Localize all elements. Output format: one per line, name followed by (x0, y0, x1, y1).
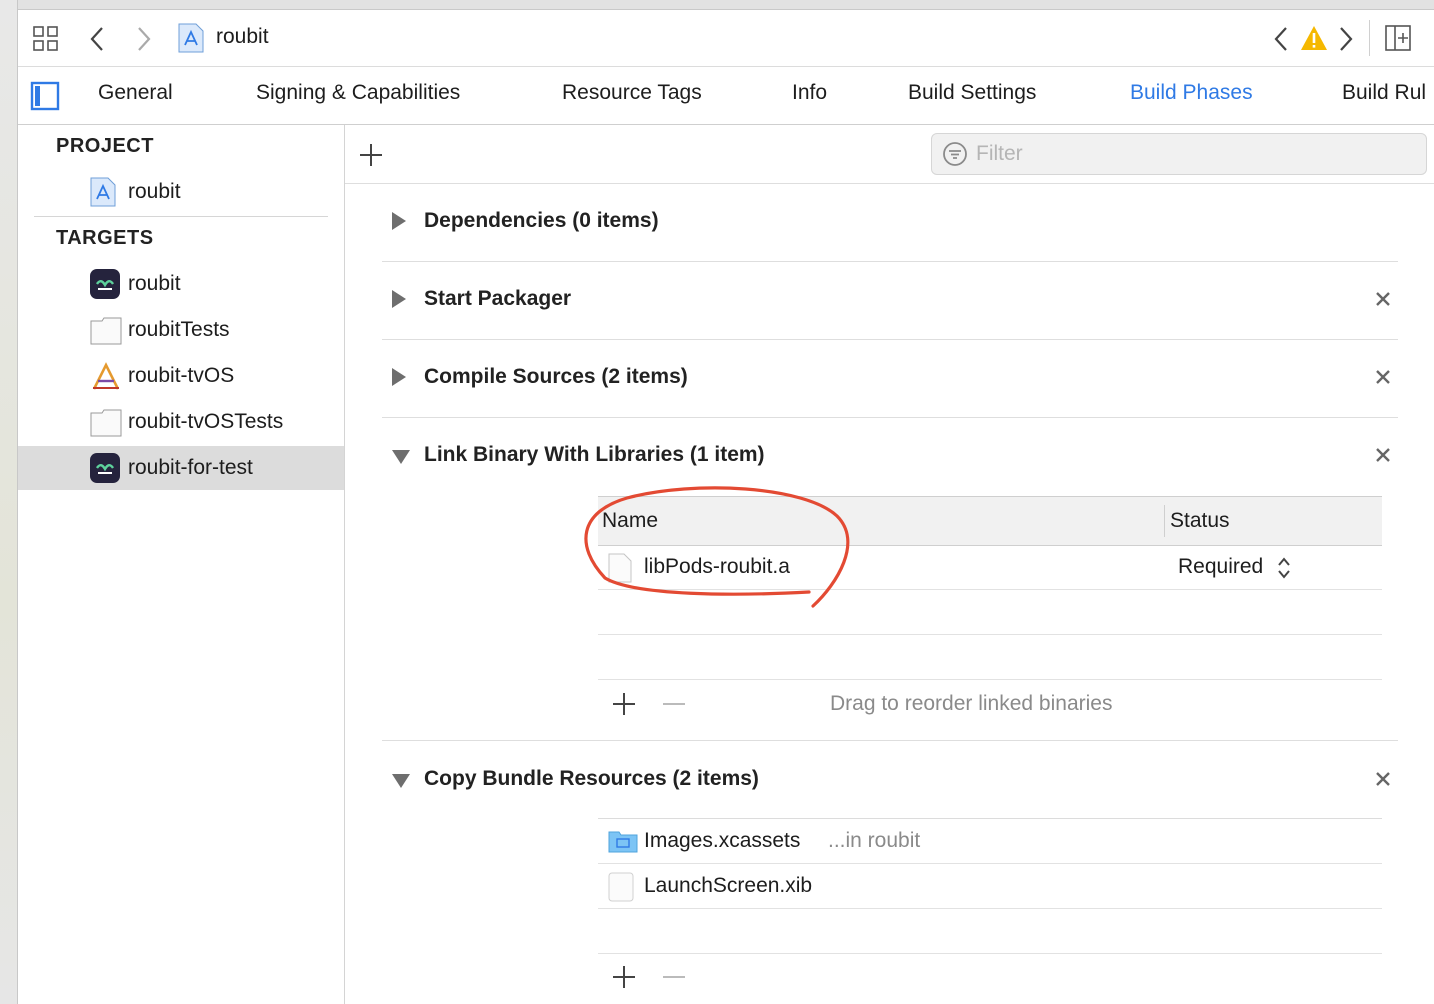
tvos-app-icon (90, 361, 120, 391)
add-icon[interactable] (612, 692, 636, 716)
close-icon[interactable] (1372, 768, 1394, 790)
phase-title: Dependencies (0 items) (424, 209, 659, 232)
grid-icon[interactable] (32, 25, 60, 58)
disclosure-triangle-icon[interactable] (392, 290, 406, 308)
footer-hint: Drag to reorder linked binaries (830, 692, 1113, 715)
chevron-left-icon[interactable] (88, 26, 106, 57)
phases-filter-bar (345, 125, 1434, 184)
test-bundle-icon (90, 315, 122, 345)
phase-title: Compile Sources (2 items) (424, 365, 688, 388)
tab-build-settings[interactable]: Build Settings (908, 81, 1036, 105)
disclosure-triangle-icon[interactable] (392, 774, 410, 788)
tab-build-phases[interactable]: Build Phases (1130, 81, 1253, 105)
tab-resource-tags[interactable]: Resource Tags (562, 81, 702, 105)
phase-compile-sources[interactable]: Compile Sources (2 items) (382, 340, 1398, 418)
tab-general[interactable]: General (98, 81, 173, 105)
disclosure-triangle-icon[interactable] (392, 450, 410, 464)
phase-dependencies[interactable]: Dependencies (0 items) (382, 184, 1398, 262)
disclosure-triangle-icon[interactable] (392, 212, 406, 230)
tab-info[interactable]: Info (792, 81, 827, 105)
table-row-empty (598, 909, 1382, 954)
project-target-sidebar: PROJECT roubit TARGETS roubit roubitTest… (18, 125, 345, 1004)
status-select[interactable]: Required (1178, 555, 1263, 579)
remove-icon[interactable] (662, 965, 686, 989)
close-icon[interactable] (1372, 366, 1394, 388)
chevron-right-icon[interactable] (135, 26, 153, 57)
issue-next-icon[interactable] (1337, 26, 1355, 57)
add-build-phase-icon[interactable] (359, 143, 383, 172)
phase-title: Copy Bundle Resources (2 items) (424, 767, 759, 790)
sidebar-item-label: roubit-tvOS (128, 364, 235, 387)
test-bundle-icon (90, 407, 122, 437)
table-row[interactable]: LaunchScreen.xib (598, 864, 1382, 909)
navigator-toolbar: roubit (18, 10, 1434, 67)
phase-title: Start Packager (424, 287, 572, 310)
filter-icon (942, 141, 968, 172)
toolbar-divider (1369, 20, 1370, 56)
column-divider (1164, 505, 1165, 537)
xib-file-icon (608, 872, 634, 902)
sidebar-item-target-roubit-for-test[interactable]: roubit-for-test (18, 446, 344, 490)
close-icon[interactable] (1372, 444, 1394, 466)
sidebar-item-label: roubitTests (128, 318, 230, 341)
sidebar-item-target-roubittests[interactable]: roubitTests (18, 308, 344, 352)
sidebar-item-label: roubit-tvOSTests (128, 410, 284, 433)
column-status-header[interactable]: Status (1170, 509, 1230, 533)
app-icon (90, 453, 120, 483)
table-row[interactable]: Images.xcassets ...in roubit (598, 819, 1382, 864)
tab-signing-capabilities[interactable]: Signing & Capabilities (256, 81, 460, 105)
sidebar-item-label: roubit (128, 272, 181, 295)
window-left-edge (0, 0, 18, 1004)
editor-tab-bar: General Signing & Capabilities Resource … (18, 67, 1434, 125)
folder-icon (608, 829, 638, 859)
project-file-icon (178, 23, 204, 58)
sidebar-divider (34, 216, 328, 217)
tab-build-rules[interactable]: Build Rul (1342, 81, 1426, 105)
resource-name: LaunchScreen.xib (644, 874, 813, 897)
warning-icon[interactable] (1300, 25, 1328, 56)
phase-start-packager[interactable]: Start Packager (382, 262, 1398, 340)
sidebar-item-label: roubit (128, 180, 181, 203)
table-row-empty (598, 635, 1382, 680)
sidebar-item-target-roubit-tvostests[interactable]: roubit-tvOSTests (18, 400, 344, 444)
remove-icon[interactable] (662, 692, 686, 716)
filter-input[interactable] (974, 140, 1408, 168)
phase-title: Link Binary With Libraries (1 item) (424, 443, 765, 466)
resource-location: ...in roubit (828, 829, 921, 852)
filter-field[interactable] (931, 133, 1427, 175)
sidebar-item-target-roubit[interactable]: roubit (18, 262, 344, 306)
link-table-footer: Drag to reorder linked binaries (598, 681, 1382, 727)
disclosure-triangle-icon[interactable] (392, 368, 406, 386)
sidebar-item-target-roubit-tvos[interactable]: roubit-tvOS (18, 354, 344, 398)
add-icon[interactable] (612, 965, 636, 989)
stepper-updown-icon[interactable] (1276, 555, 1292, 586)
project-file-icon (90, 177, 120, 207)
breadcrumb-project[interactable]: roubit (216, 25, 269, 49)
resource-name: Images.xcassets (644, 829, 801, 852)
add-editor-icon[interactable] (1384, 24, 1412, 57)
issue-prev-icon[interactable] (1272, 26, 1290, 57)
targets-header: TARGETS (56, 227, 154, 249)
sidebar-item-project-roubit[interactable]: roubit (18, 170, 344, 214)
project-header: PROJECT (56, 135, 154, 157)
app-icon (90, 269, 120, 299)
sidebar-item-label: roubit-for-test (128, 456, 253, 479)
window-top-strip (0, 0, 1434, 10)
sidebar-toggle-icon[interactable] (30, 81, 60, 116)
copy-table-footer (598, 955, 1382, 1001)
annotation-circle (584, 486, 850, 608)
close-icon[interactable] (1372, 288, 1394, 310)
